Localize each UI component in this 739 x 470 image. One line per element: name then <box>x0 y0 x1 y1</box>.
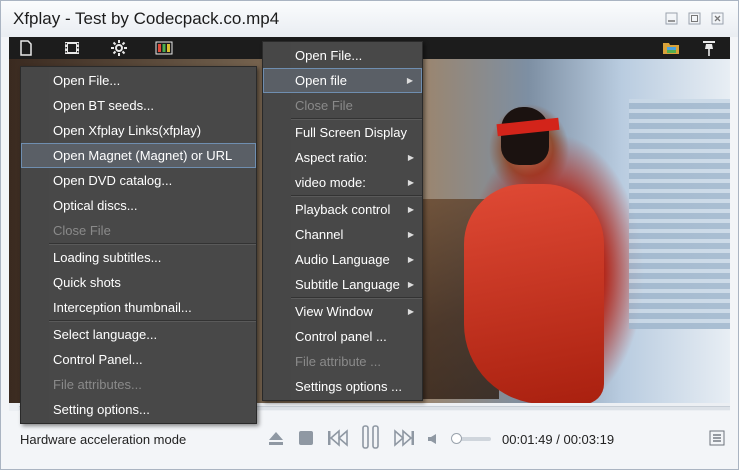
menu-video-mode[interactable]: video mode: ▶ <box>263 170 422 195</box>
folder-image-icon[interactable] <box>662 39 680 57</box>
submenu-arrow-icon: ▶ <box>407 307 414 316</box>
close-icon[interactable] <box>711 12 724 25</box>
context-menu: Open File... Open file ▶ Close File Full … <box>262 41 423 401</box>
submenu-open-xfplay-links[interactable]: Open Xfplay Links(xfplay) <box>21 118 256 143</box>
open-file-submenu: Open File... Open BT seeds... Open Xfpla… <box>20 66 257 424</box>
next-icon[interactable] <box>393 429 415 452</box>
submenu-select-language[interactable]: Select language... <box>21 322 256 347</box>
menu-subtitle-language[interactable]: Subtitle Language ▶ <box>263 272 422 297</box>
menu-playback-control[interactable]: Playback control ▶ <box>263 197 422 222</box>
menu-full-screen[interactable]: Full Screen Display <box>263 120 422 145</box>
document-icon[interactable] <box>17 39 35 57</box>
submenu-file-attributes: File attributes... <box>53 377 142 392</box>
submenu-quick-shots[interactable]: Quick shots <box>21 270 256 295</box>
menu-open-file[interactable]: Open File... <box>263 43 422 68</box>
elapsed-time: 00:01:49 <box>502 432 553 447</box>
submenu-open-dvd-catalog[interactable]: Open DVD catalog... <box>21 168 256 193</box>
submenu-control-panel[interactable]: Control Panel... <box>21 347 256 372</box>
video-figure <box>464 184 604 403</box>
submenu-close-file: Close File <box>53 223 111 238</box>
submenu-arrow-icon: ▶ <box>407 255 414 264</box>
submenu-arrow-icon: ▶ <box>407 178 414 187</box>
window-title: Xfplay - Test by Codecpack.co.mp4 <box>13 9 280 28</box>
time-display: 00:01:49 / 00:03:19 <box>502 432 614 447</box>
submenu-arrow-icon: ▶ <box>406 76 413 85</box>
stop-icon[interactable] <box>297 429 315 452</box>
title-bar[interactable]: Xfplay - Test by Codecpack.co.mp4 <box>1 1 738 37</box>
playlist-menu-icon[interactable] <box>709 430 725 451</box>
eject-icon[interactable] <box>267 429 285 452</box>
submenu-open-bt-seeds[interactable]: Open BT seeds... <box>21 93 256 118</box>
video-figure-head <box>501 107 549 165</box>
hardware-mode-label: Hardware acceleration mode <box>20 432 187 447</box>
menu-file-attribute: File attribute ... <box>295 354 381 369</box>
submenu-arrow-icon: ▶ <box>407 153 414 162</box>
film-icon[interactable] <box>63 39 81 57</box>
pin-icon[interactable] <box>700 39 718 57</box>
pause-icon[interactable] <box>361 425 381 454</box>
video-building <box>629 99 730 329</box>
submenu-arrow-icon: ▶ <box>407 280 414 289</box>
submenu-arrow-icon: ▶ <box>407 205 414 214</box>
submenu-optical-discs[interactable]: Optical discs... <box>21 193 256 218</box>
menu-settings-options[interactable]: Settings options ... <box>263 374 422 399</box>
window-controls <box>665 12 724 25</box>
menu-aspect-ratio[interactable]: Aspect ratio: ▶ <box>263 145 422 170</box>
previous-icon[interactable] <box>327 429 349 452</box>
time-separator: / <box>556 432 560 447</box>
menu-open-file-submenu[interactable]: Open file ▶ <box>263 68 422 93</box>
submenu-loading-subtitles[interactable]: Loading subtitles... <box>21 245 256 270</box>
minimize-icon[interactable] <box>665 12 678 25</box>
menu-audio-language[interactable]: Audio Language ▶ <box>263 247 422 272</box>
total-duration: 00:03:19 <box>563 432 615 447</box>
menu-view-window[interactable]: View Window ▶ <box>263 299 422 324</box>
restore-icon[interactable] <box>688 12 701 25</box>
menu-close-file: Close File <box>295 98 353 113</box>
submenu-open-magnet-url[interactable]: Open Magnet (Magnet) or URL <box>21 143 256 168</box>
submenu-interception-thumbnail[interactable]: Interception thumbnail... <box>21 295 256 320</box>
color-bars-icon[interactable] <box>155 39 173 57</box>
submenu-arrow-icon: ▶ <box>407 230 414 239</box>
settings-icon[interactable] <box>110 39 128 57</box>
submenu-setting-options[interactable]: Setting options... <box>21 397 256 422</box>
menu-control-panel[interactable]: Control panel ... <box>263 324 422 349</box>
volume-icon[interactable] <box>427 432 439 450</box>
volume-knob[interactable] <box>451 433 462 444</box>
submenu-open-file[interactable]: Open File... <box>21 68 256 93</box>
menu-channel[interactable]: Channel ▶ <box>263 222 422 247</box>
